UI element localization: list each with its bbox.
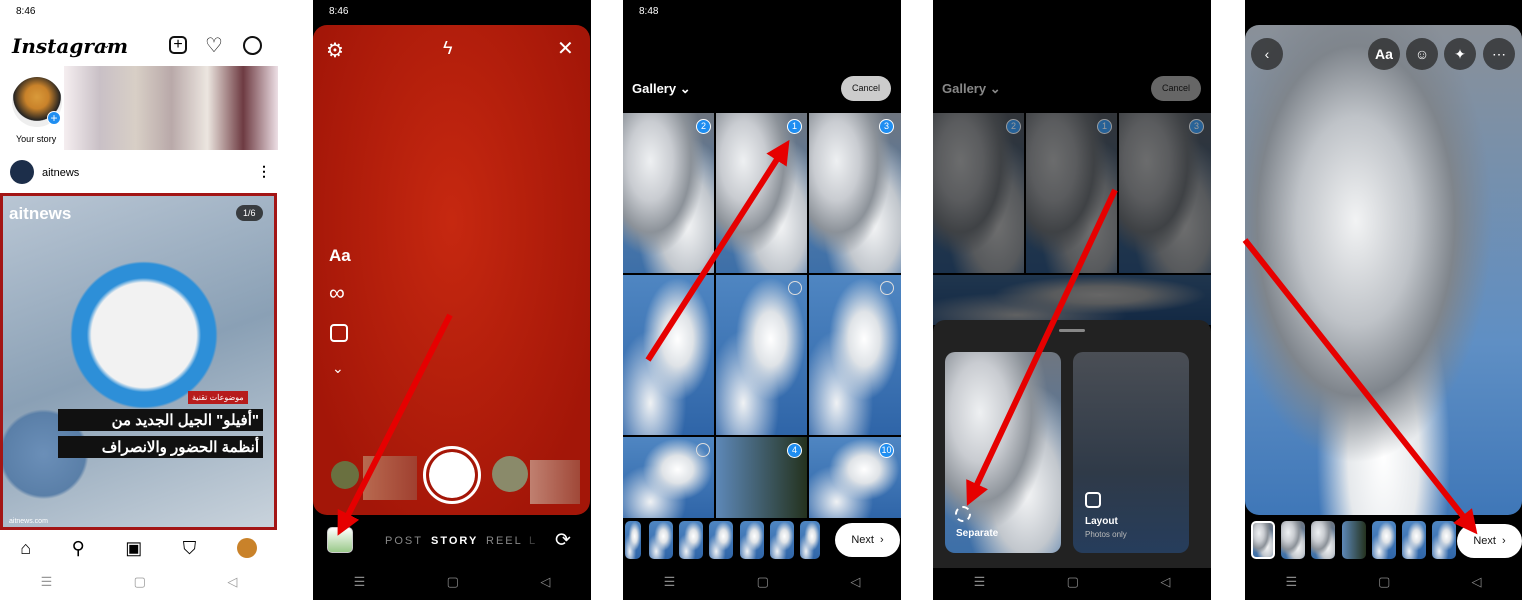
arrow-to-next [1242,238,1478,535]
arrow-to-separate [966,188,1118,506]
arrow-to-gallery [337,313,453,536]
annotation-arrows [337,139,1478,536]
arrow-to-selection [645,139,790,362]
